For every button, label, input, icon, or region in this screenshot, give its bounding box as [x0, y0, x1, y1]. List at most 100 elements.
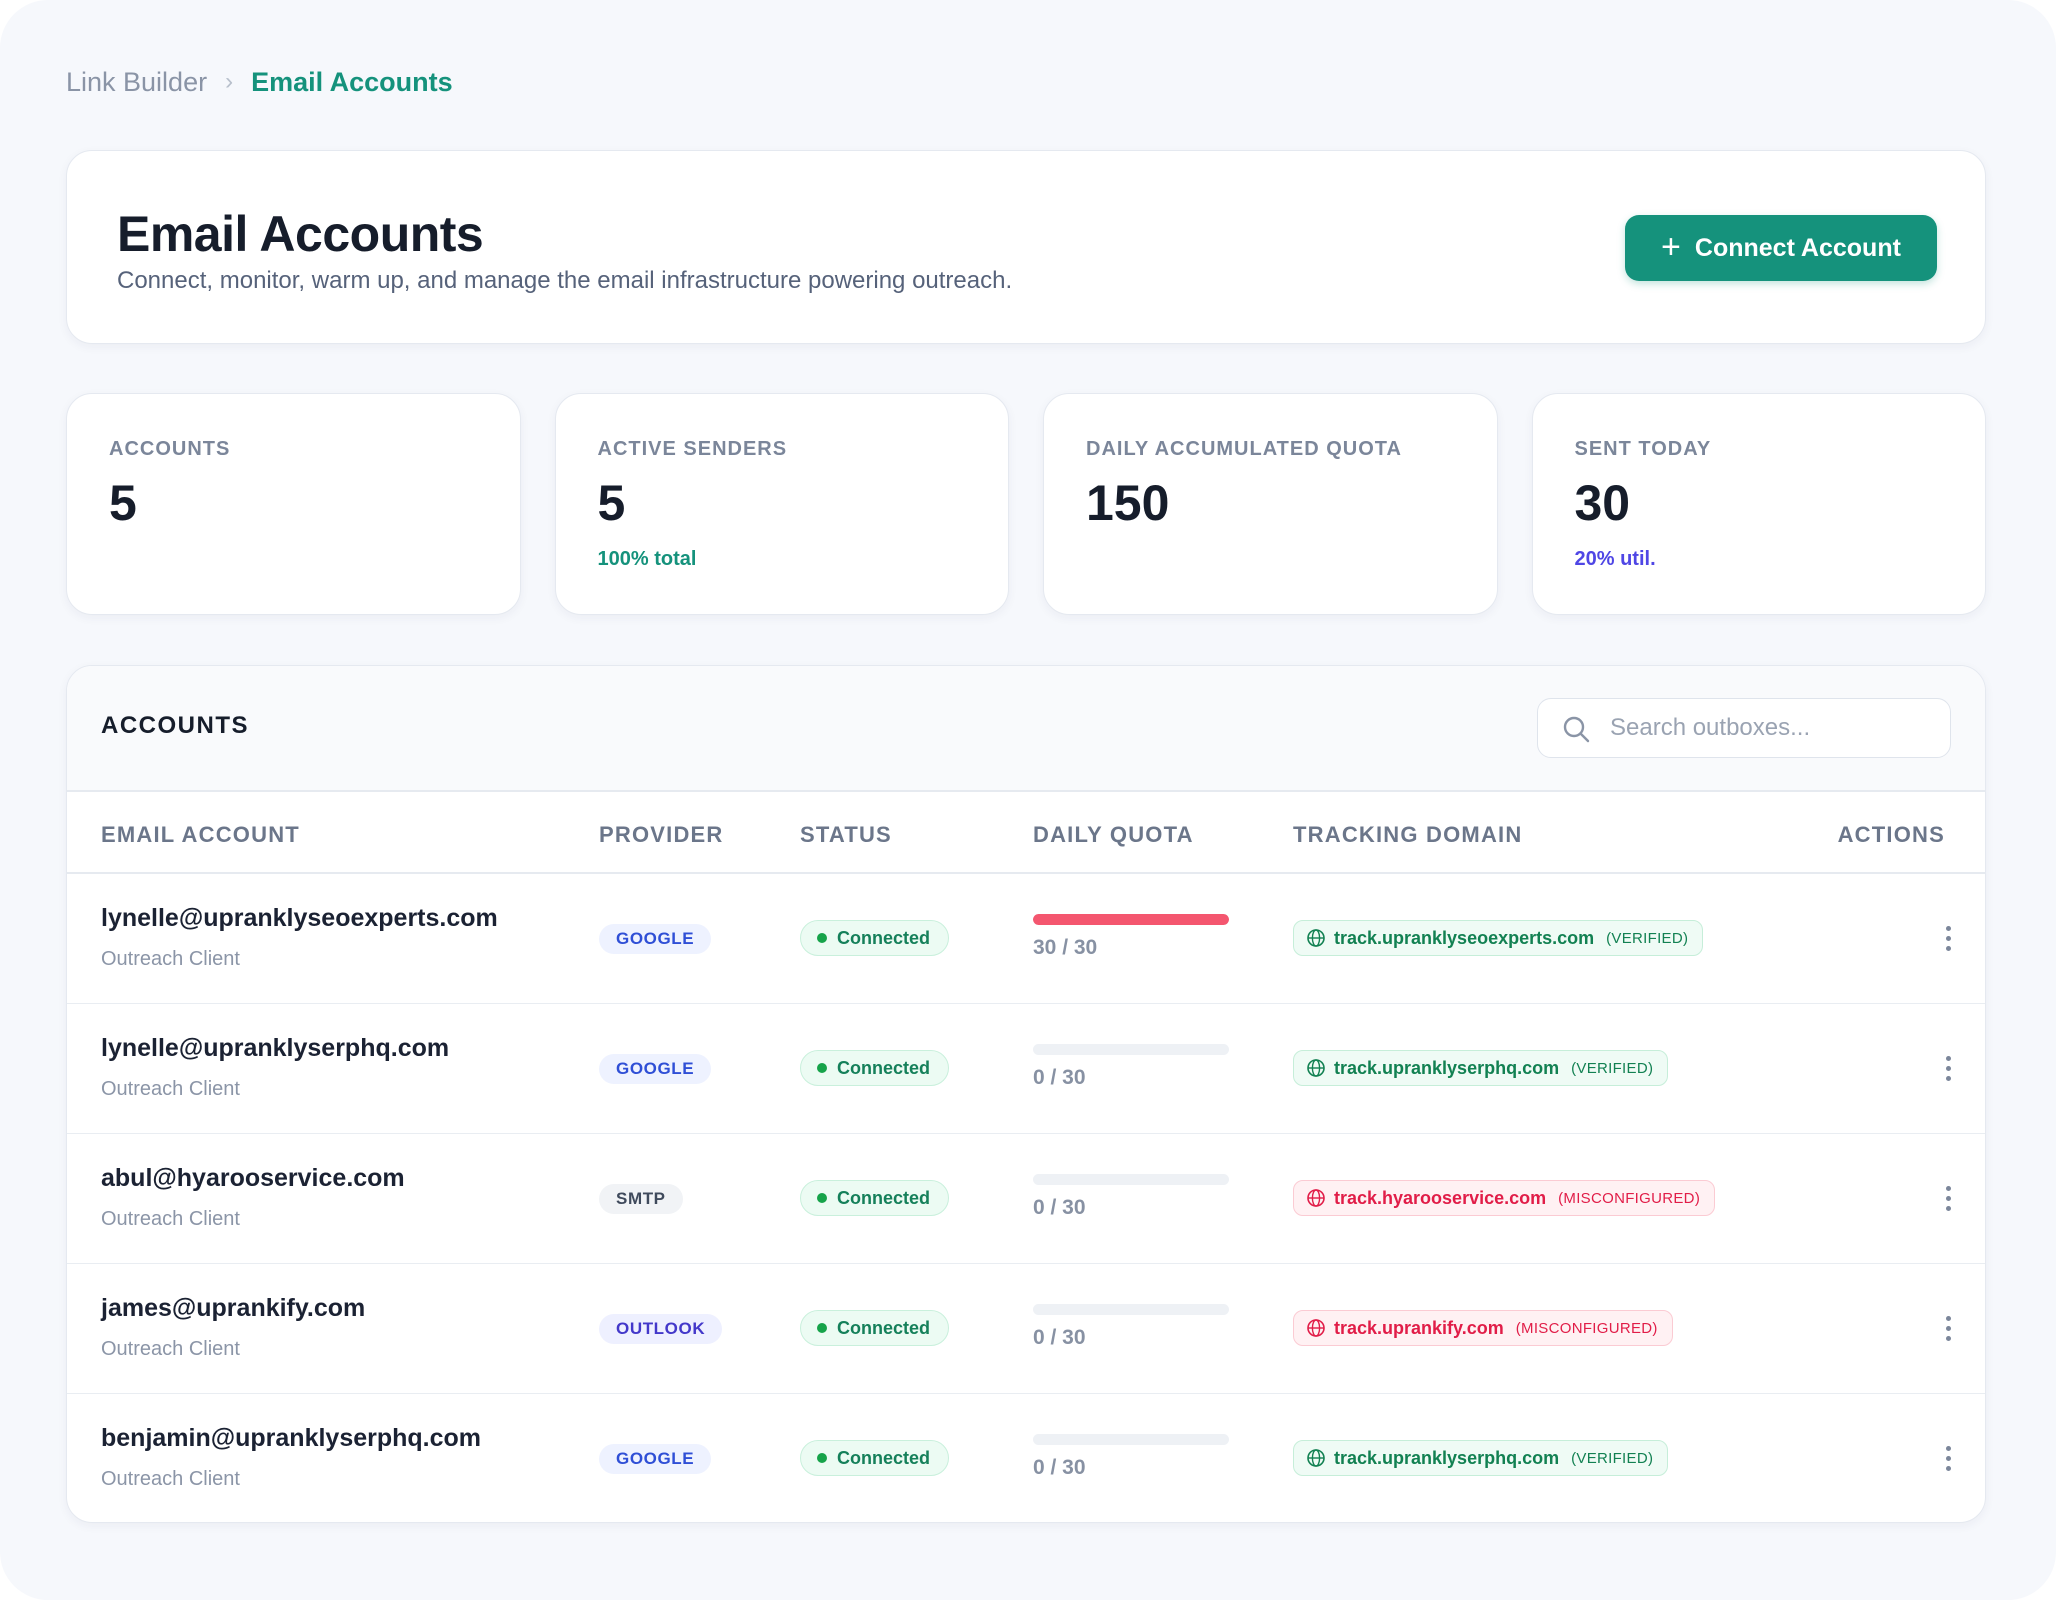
- accounts-table-card: ACCOUNTS EMAIL ACCOUNT PROVIDER STATUS D…: [66, 665, 1986, 1523]
- stat-label: ACTIVE SENDERS: [597, 438, 788, 460]
- connect-account-button[interactable]: + Connect Account: [1625, 215, 1937, 281]
- tracking-domain-badge: track.upranklyseoexperts.com (VERIFIED): [1293, 920, 1704, 956]
- email-address[interactable]: lynelle@upranklyserphq.com: [101, 1034, 449, 1063]
- globe-icon: [1307, 1059, 1325, 1077]
- stat-label: DAILY ACCUMULATED QUOTA: [1086, 438, 1402, 460]
- provider-badge: GOOGLE: [599, 1444, 712, 1474]
- column-header-status: STATUS: [800, 822, 892, 847]
- kebab-menu-icon[interactable]: [1943, 1308, 1953, 1348]
- email-address[interactable]: lynelle@upranklyseoexperts.com: [101, 904, 498, 933]
- search-input[interactable]: [1610, 699, 1930, 757]
- provider-badge: OUTLOOK: [599, 1314, 723, 1344]
- quota-progress-bar: [1033, 1434, 1229, 1445]
- status-badge: Connected: [800, 920, 950, 956]
- quota-text: 0 / 30: [1033, 1196, 1086, 1219]
- table-body: lynelle@upranklyseoexperts.com Outreach …: [67, 874, 1985, 1522]
- tracking-domain-badge: track.uprankify.com (MISCONFIGURED): [1293, 1310, 1673, 1346]
- table-row[interactable]: lynelle@upranklyserphq.com Outreach Clie…: [67, 1004, 1985, 1134]
- email-address[interactable]: abul@hyarooservice.com: [101, 1164, 405, 1193]
- status-label: Connected: [837, 1317, 931, 1338]
- column-header-tracking-domain: TRACKING DOMAIN: [1293, 822, 1523, 847]
- app-frame: Link Builder › Email Accounts Email Acco…: [0, 0, 2056, 1600]
- quota-text: 0 / 30: [1033, 1456, 1086, 1479]
- stat-label: ACCOUNTS: [109, 438, 231, 460]
- tracking-domain-state: (VERIFIED): [1571, 1449, 1654, 1467]
- tracking-domain-name: track.upranklyserphq.com: [1334, 1057, 1560, 1078]
- email-address[interactable]: benjamin@upranklyserphq.com: [101, 1424, 481, 1453]
- tracking-domain-state: (MISCONFIGURED): [1558, 1189, 1701, 1207]
- stat-subtext: 100% total: [597, 548, 697, 570]
- status-dot-icon: [817, 1193, 827, 1203]
- status-label: Connected: [837, 927, 931, 948]
- globe-icon: [1307, 1319, 1325, 1337]
- column-header-email: EMAIL ACCOUNT: [101, 822, 300, 847]
- table-header: EMAIL ACCOUNT PROVIDER STATUS DAILY QUOT…: [67, 792, 1985, 874]
- plus-icon: +: [1661, 227, 1681, 266]
- quota-progress-bar: [1033, 1044, 1229, 1055]
- tracking-domain-badge: track.upranklyserphq.com (VERIFIED): [1293, 1440, 1669, 1476]
- stat-card-active-senders: ACTIVE SENDERS 5 100% total: [554, 393, 1009, 615]
- column-header-provider: PROVIDER: [599, 822, 724, 847]
- status-dot-icon: [817, 933, 827, 943]
- stat-card-daily-quota: DAILY ACCUMULATED QUOTA 150: [1043, 393, 1498, 615]
- status-label: Connected: [837, 1057, 931, 1078]
- column-header-daily-quota: DAILY QUOTA: [1033, 822, 1194, 847]
- provider-badge: GOOGLE: [599, 924, 712, 954]
- tracking-domain-badge: track.hyarooservice.com (MISCONFIGURED): [1293, 1180, 1716, 1216]
- email-address[interactable]: james@uprankify.com: [101, 1294, 365, 1323]
- tracking-domain-state: (VERIFIED): [1571, 1059, 1654, 1077]
- search-icon: [1563, 716, 1590, 743]
- stat-value: 5: [597, 475, 626, 531]
- globe-icon: [1307, 1449, 1325, 1467]
- page-header-card: Email Accounts Connect, monitor, warm up…: [66, 150, 1986, 344]
- quota-progress-fill: [1033, 914, 1229, 925]
- status-dot-icon: [817, 1063, 827, 1073]
- status-dot-icon: [817, 1323, 827, 1333]
- table-toolbar: ACCOUNTS: [67, 666, 1985, 792]
- chevron-right-icon: ›: [225, 68, 234, 95]
- kebab-menu-icon[interactable]: [1943, 918, 1953, 958]
- kebab-menu-icon[interactable]: [1943, 1438, 1953, 1478]
- quota-progress-bar: [1033, 1304, 1229, 1315]
- connect-account-label: Connect Account: [1694, 233, 1901, 262]
- quota-text: 0 / 30: [1033, 1066, 1086, 1089]
- tracking-domain-state: (MISCONFIGURED): [1515, 1319, 1658, 1337]
- client-name: Outreach Client: [101, 1468, 240, 1490]
- client-name: Outreach Client: [101, 1078, 240, 1100]
- quota-progress-bar: [1033, 1174, 1229, 1185]
- table-row[interactable]: james@uprankify.com Outreach Client OUTL…: [67, 1264, 1985, 1394]
- stat-value: 30: [1574, 475, 1631, 531]
- breadcrumb: Link Builder › Email Accounts: [66, 62, 453, 102]
- stat-card-accounts: ACCOUNTS 5: [66, 393, 521, 615]
- client-name: Outreach Client: [101, 1208, 240, 1230]
- table-row[interactable]: lynelle@upranklyseoexperts.com Outreach …: [67, 874, 1985, 1004]
- quota-text: 0 / 30: [1033, 1326, 1086, 1349]
- stat-label: SENT TODAY: [1574, 438, 1712, 460]
- tracking-domain-name: track.upranklyserphq.com: [1334, 1447, 1560, 1468]
- provider-badge: GOOGLE: [599, 1054, 712, 1084]
- kebab-menu-icon[interactable]: [1943, 1048, 1953, 1088]
- page-title: Email Accounts: [117, 206, 484, 262]
- status-label: Connected: [837, 1447, 931, 1468]
- globe-icon: [1307, 1189, 1325, 1207]
- stats-row: ACCOUNTS 5 ACTIVE SENDERS 5 100% total D…: [66, 393, 1986, 615]
- tracking-domain-badge: track.upranklyserphq.com (VERIFIED): [1293, 1050, 1669, 1086]
- table-row[interactable]: abul@hyarooservice.com Outreach Client S…: [67, 1134, 1985, 1264]
- stat-value: 5: [109, 475, 137, 531]
- kebab-menu-icon[interactable]: [1943, 1178, 1953, 1218]
- client-name: Outreach Client: [101, 948, 240, 970]
- quota-progress-bar: [1033, 914, 1229, 925]
- stat-subtext: 20% util.: [1574, 548, 1656, 570]
- column-header-actions: ACTIONS: [1837, 822, 1945, 847]
- page-subtitle: Connect, monitor, warm up, and manage th…: [117, 267, 1013, 294]
- breadcrumb-link-builder[interactable]: Link Builder: [66, 67, 207, 98]
- search-box[interactable]: [1537, 698, 1951, 758]
- table-row[interactable]: benjamin@upranklyserphq.com Outreach Cli…: [67, 1394, 1985, 1522]
- breadcrumb-current: Email Accounts: [251, 66, 453, 97]
- status-badge: Connected: [800, 1180, 950, 1216]
- tracking-domain-name: track.hyarooservice.com: [1334, 1187, 1547, 1208]
- table-title: ACCOUNTS: [101, 712, 249, 739]
- provider-badge: SMTP: [599, 1184, 683, 1214]
- tracking-domain-name: track.uprankify.com: [1334, 1317, 1504, 1338]
- tracking-domain-name: track.upranklyseoexperts.com: [1334, 927, 1595, 948]
